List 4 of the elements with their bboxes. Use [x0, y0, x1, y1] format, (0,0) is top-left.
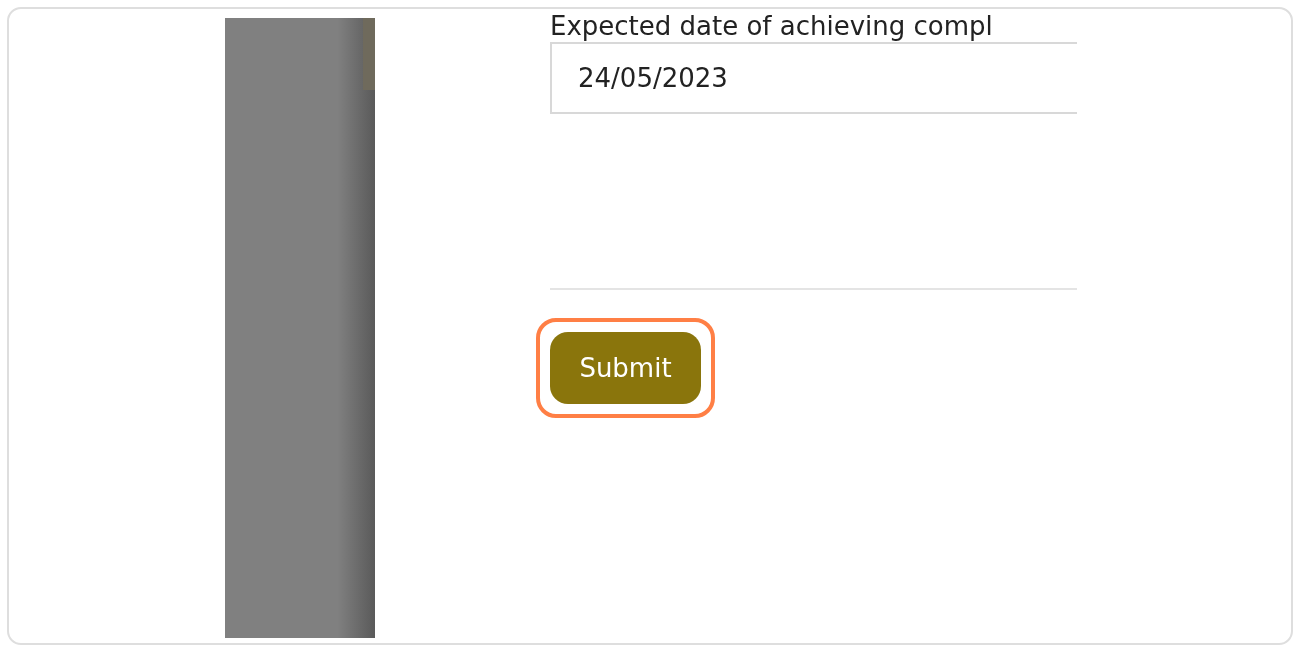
- date-field[interactable]: 24/05/2023: [550, 42, 1077, 114]
- submit-button[interactable]: Submit: [550, 332, 701, 404]
- field-label: Expected date of achieving compl: [550, 10, 994, 42]
- panel-strip: [363, 18, 375, 90]
